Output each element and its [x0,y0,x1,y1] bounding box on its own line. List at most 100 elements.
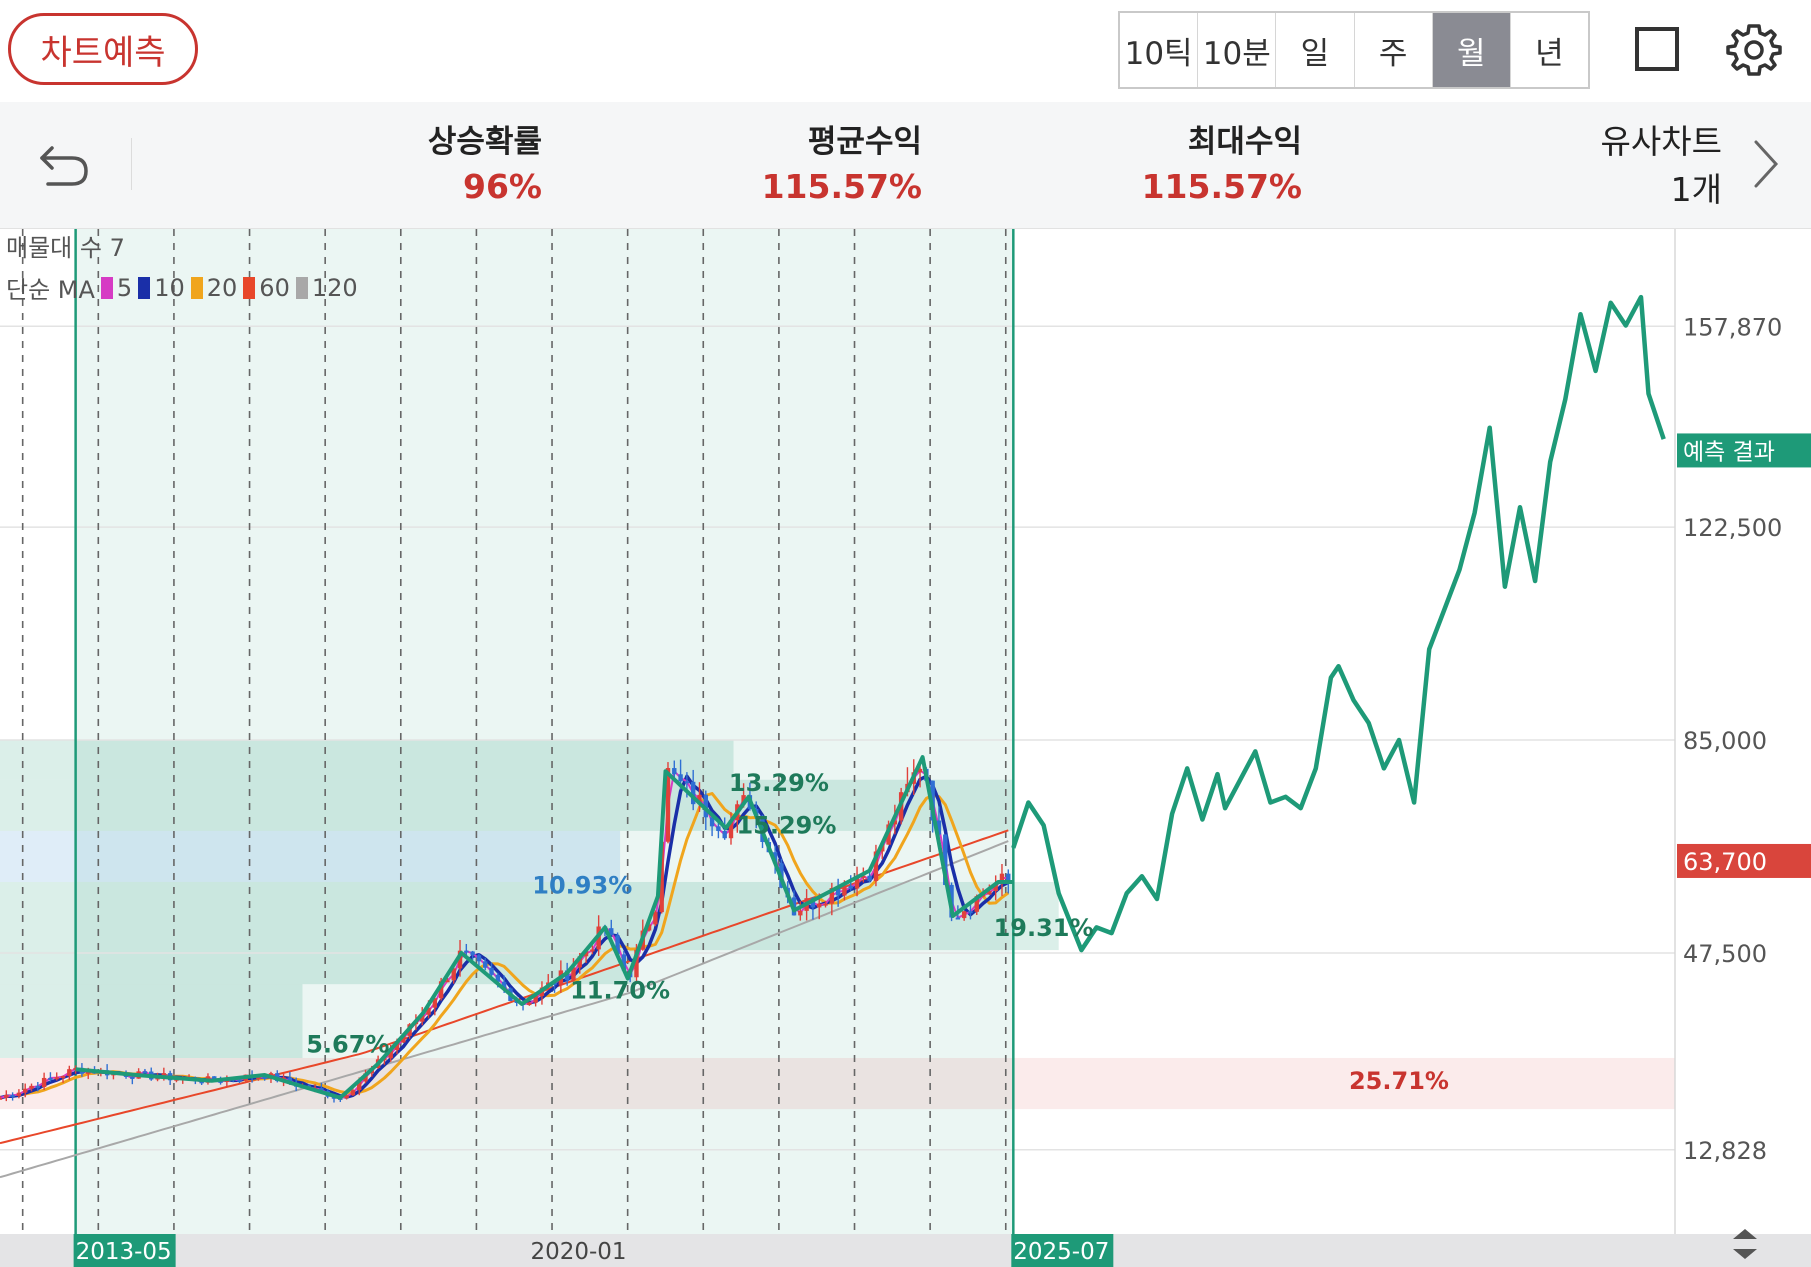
candle-body [955,917,961,920]
candle-body [60,1075,66,1078]
candle-body [464,950,469,953]
candle-body [489,967,494,975]
rise-probability-label: 상승확률 [427,124,542,160]
volume-band [0,830,621,882]
period-month-button[interactable]: 월 [1432,13,1511,87]
period-week-button[interactable]: 주 [1355,13,1433,87]
candle-body [653,912,658,925]
gear-icon[interactable] [1726,22,1782,78]
candle-body [961,911,967,919]
chevron-right-icon[interactable] [1750,138,1780,190]
candle-body [23,1088,28,1093]
y-tick-label: 122,500 [1683,514,1782,542]
candle-body [4,1094,9,1098]
ma120-swatch [295,276,308,299]
ma-legend-title: 단순 MA [6,276,95,304]
x-tick-label: 2013-05 [76,1239,172,1265]
candle-body [716,826,721,832]
ma20-swatch [190,276,203,299]
pattern-label: 10.93% [532,871,632,899]
candle-body [130,1076,135,1079]
candle-body [10,1094,15,1097]
candle-body [817,903,822,908]
candle-body [35,1085,41,1088]
pattern-label: 19.31% [994,914,1094,942]
price-chart[interactable]: 5.67% 10.93% 11.70% 13.29% 15.29% 19.31% 25.71… [0,229,1811,1267]
candle-body [48,1077,53,1080]
candle-body [672,768,677,775]
volume-band [0,984,303,1058]
candle-body [350,1090,356,1096]
max-return-stat: 최대수익 115.57% [1140,120,1302,210]
y-tick-label: 85,000 [1683,727,1767,755]
similar-charts[interactable]: 유사차트 1개 [1601,118,1722,214]
candle-body [67,1069,72,1076]
ma5-swatch [100,276,113,299]
period-selector: 10틱 10분 일 주 월 년 [1118,11,1590,89]
ma120-label: 120 [311,273,358,302]
volume-band [0,933,1059,951]
candle-body [527,1002,532,1006]
rise-probability-value: 96% [463,167,542,206]
volume-band [0,950,636,985]
candle-body [823,903,828,906]
y-tick-label: 157,870 [1683,313,1782,341]
rise-probability-stat: 상승확률 96% [400,120,542,210]
volume-profile-legend: 매물대 수 7 [6,234,125,262]
chart-predict-button[interactable]: 차트예측 [8,13,198,85]
candle-body [678,774,683,782]
candle-body [476,955,482,962]
candle-body [41,1077,47,1088]
candle-body [237,1079,242,1082]
max-return-label: 최대수익 [1187,124,1302,160]
period-10tick-button[interactable]: 10틱 [1120,13,1199,87]
candle-body [483,961,488,968]
candle-body [54,1077,59,1080]
prediction-line [1011,294,1666,953]
y-tick-label: 47,500 [1683,940,1767,968]
pattern-label: 13.29% [729,769,829,797]
pattern-label: 15.29% [736,812,836,840]
candle-body [798,910,803,916]
candle-body [684,781,690,784]
pattern-label: 11.70% [570,976,670,1004]
candle-body [867,875,872,881]
x-tick-label: 2025-07 [1013,1239,1109,1265]
current-price-label: 63,700 [1683,848,1767,876]
volume-band [0,740,734,780]
avg-return-label: 평균수익 [807,124,922,160]
volume-band [0,779,1014,831]
pattern-label: 25.71% [1349,1067,1449,1095]
candle-body [0,1097,3,1100]
square-icon[interactable] [1635,27,1679,71]
candle-body [842,885,847,896]
undo-icon[interactable] [36,138,92,194]
ma-legend: 단순 MA 5 10 20 60 120 [6,270,358,305]
candle-body [470,951,475,956]
similar-charts-count: 1개 [1670,170,1722,209]
period-10min-button[interactable]: 10분 [1198,13,1277,87]
ma60-swatch [243,276,256,299]
chart-canvas[interactable]: 5.67% 10.93% 11.70% 13.29% 15.29% 19.31% 25.71… [0,229,1811,1267]
avg-return-value: 115.57% [761,167,922,206]
ma10-label: 10 [154,273,185,302]
volume-band [0,881,1059,934]
x-axis-bar [0,1234,1811,1267]
period-year-button[interactable]: 년 [1511,13,1588,87]
prediction-result-label: 예측 결과 [1683,439,1775,465]
pattern-label: 5.67% [306,1030,389,1058]
top-toolbar: 차트예측 10틱 10분 일 주 월 년 [0,0,1811,102]
ma20-label: 20 [206,273,238,302]
candle-body [968,911,973,914]
stats-divider [131,138,132,190]
period-day-button[interactable]: 일 [1276,13,1355,87]
candle-body [590,949,595,952]
candle-body [722,831,727,839]
ma10-swatch [138,276,151,299]
ma60-label: 60 [259,273,290,302]
candle-body [848,885,853,889]
similar-charts-label: 유사차트 [1600,122,1722,161]
candle-body [16,1092,22,1096]
ma5-label: 5 [116,273,133,302]
candle-body [29,1085,34,1089]
